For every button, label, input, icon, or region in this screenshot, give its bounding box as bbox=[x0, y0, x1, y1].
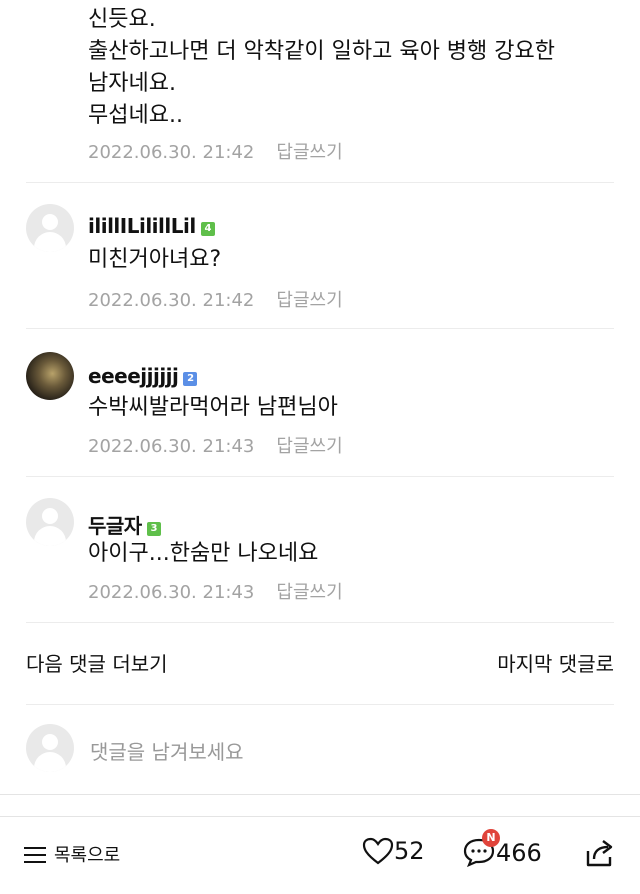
divider bbox=[26, 476, 614, 477]
comment-date: 2022.06.30. 21:42 bbox=[88, 142, 255, 163]
reply-button[interactable]: 답글쓰기 bbox=[276, 436, 342, 457]
comment-meta: 2022.06.30. 21:43 답글쓰기 bbox=[88, 432, 343, 458]
level-badge-icon: 2 bbox=[183, 372, 198, 386]
share-icon bbox=[586, 840, 613, 867]
divider bbox=[0, 794, 640, 795]
avatar[interactable] bbox=[26, 498, 74, 546]
divider bbox=[26, 622, 614, 623]
comment-nickname[interactable]: eeeejjjjjj 2 bbox=[88, 364, 198, 388]
avatar[interactable] bbox=[26, 352, 74, 400]
reply-button[interactable]: 답글쓰기 bbox=[276, 290, 342, 311]
comment-text: 아이구...한숨만 나오네요 bbox=[88, 541, 319, 566]
comment-date: 2022.06.30. 21:43 bbox=[88, 436, 255, 457]
avatar[interactable] bbox=[26, 204, 74, 252]
comment-count: 466 bbox=[496, 839, 542, 867]
comment-nickname[interactable]: 두글자 3 bbox=[88, 510, 161, 539]
divider bbox=[26, 182, 614, 183]
heart-icon bbox=[362, 837, 394, 865]
comment-write-area[interactable]: 댓글을 남겨보세요 bbox=[24, 722, 616, 776]
comment-text-line: 남자네요. bbox=[88, 71, 176, 96]
share-button[interactable] bbox=[584, 837, 616, 873]
comment-meta: 2022.06.30. 21:42 답글쓰기 bbox=[88, 138, 343, 164]
level-badge-icon: 4 bbox=[200, 222, 215, 236]
reply-button[interactable]: 답글쓰기 bbox=[276, 142, 342, 163]
comment-input[interactable]: 댓글을 남겨보세요 bbox=[90, 736, 244, 765]
list-button[interactable]: 목록으로 bbox=[24, 841, 120, 867]
new-badge: N bbox=[482, 829, 500, 847]
last-comments-button[interactable]: 마지막 댓글로 bbox=[497, 648, 614, 677]
nickname-text: 두글자 bbox=[88, 514, 142, 538]
next-comments-button[interactable]: 다음 댓글 더보기 bbox=[26, 652, 168, 676]
like-button[interactable]: 52 bbox=[362, 837, 425, 865]
comment-nickname[interactable]: ilillILilillLil 4 bbox=[88, 214, 215, 238]
level-badge-icon: 3 bbox=[146, 522, 161, 536]
menu-icon bbox=[24, 847, 46, 863]
comment-meta: 2022.06.30. 21:42 답글쓰기 bbox=[88, 286, 343, 312]
list-label: 목록으로 bbox=[54, 845, 121, 866]
reply-button[interactable]: 답글쓰기 bbox=[276, 582, 342, 603]
nickname-text: eeeejjjjjj bbox=[88, 364, 179, 388]
comment-text-line: 무섭네요.. bbox=[88, 103, 183, 128]
divider bbox=[26, 328, 614, 329]
comment-text-line: 신듯요. bbox=[88, 7, 156, 32]
bottom-toolbar: 목록으로 52 N 466 bbox=[0, 816, 640, 894]
like-count: 52 bbox=[394, 837, 425, 865]
my-avatar bbox=[26, 724, 74, 772]
comment-meta: 2022.06.30. 21:43 답글쓰기 bbox=[88, 578, 343, 604]
comment-text-line: 출산하고나면 더 악착같이 일하고 육아 병행 강요한 bbox=[88, 39, 556, 64]
comments-button[interactable]: N 466 bbox=[462, 829, 542, 868]
comment-date: 2022.06.30. 21:42 bbox=[88, 290, 255, 311]
comment-pagination: 다음 댓글 더보기 마지막 댓글로 bbox=[26, 648, 614, 677]
nickname-text: ilillILilillLil bbox=[88, 214, 196, 238]
comment-date: 2022.06.30. 21:43 bbox=[88, 582, 255, 603]
comment-text: 수박씨발라먹어라 남편님아 bbox=[88, 395, 338, 420]
comment-text: 미친거아녀요? bbox=[88, 247, 222, 272]
divider bbox=[26, 704, 614, 705]
